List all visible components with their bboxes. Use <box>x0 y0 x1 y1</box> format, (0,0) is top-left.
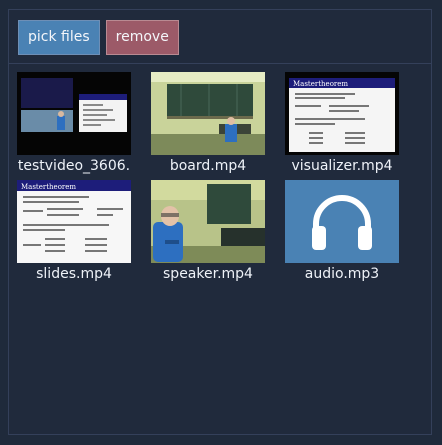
file-tile-visualizer[interactable]: Mastertheorem visualizer.mp4 <box>285 72 399 177</box>
pick-files-button[interactable]: pick files <box>18 20 100 55</box>
video-thumbnail <box>17 72 131 155</box>
file-tile-slides[interactable]: Mastertheorem slides.mp4 <box>17 180 131 285</box>
toolbar: pick files remove <box>18 20 179 55</box>
remove-button[interactable]: remove <box>105 20 179 55</box>
file-name: speaker.mp4 <box>163 266 253 282</box>
file-name: board.mp4 <box>169 158 247 174</box>
file-name: testvideo_3606. <box>17 158 131 174</box>
slide-title: Mastertheorem <box>21 183 76 191</box>
video-thumbnail: Mastertheorem <box>17 180 131 263</box>
video-thumbnail: Mastertheorem <box>285 72 399 155</box>
file-tile-board[interactable]: board.mp4 <box>151 72 265 177</box>
headphones-icon <box>285 180 399 263</box>
divider <box>9 63 431 64</box>
file-name: slides.mp4 <box>36 266 112 282</box>
file-name: audio.mp3 <box>304 266 380 282</box>
file-grid: testvideo_3606. board.mp4 Mastertheorem … <box>17 72 399 285</box>
slide-title: Mastertheorem <box>293 80 348 88</box>
file-name: visualizer.mp4 <box>291 158 393 174</box>
file-picker-panel: pick files remove testvideo_3606. board.… <box>8 9 432 435</box>
video-thumbnail <box>151 72 265 155</box>
file-tile-audio[interactable]: audio.mp3 <box>285 180 399 285</box>
file-tile-speaker[interactable]: speaker.mp4 <box>151 180 265 285</box>
video-thumbnail <box>151 180 265 263</box>
file-tile-testvideo[interactable]: testvideo_3606. <box>17 72 131 177</box>
